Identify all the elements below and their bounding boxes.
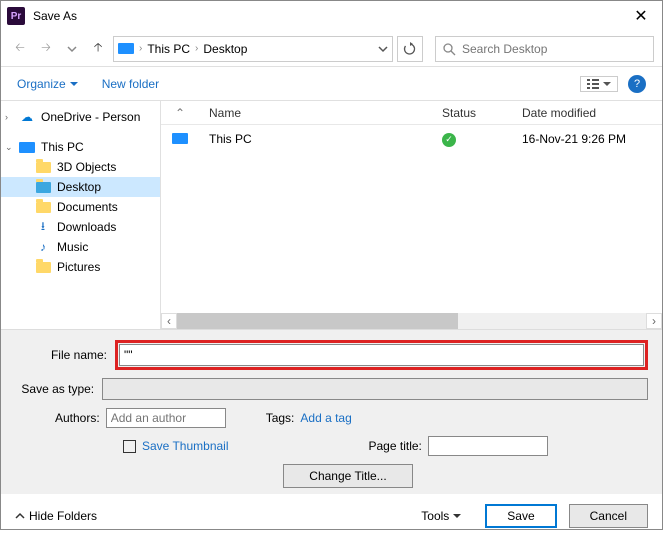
nav-bar: 🡠 🡢 🡡 › This PC › Desktop bbox=[1, 31, 662, 67]
pc-icon bbox=[172, 133, 188, 144]
refresh-button[interactable] bbox=[397, 36, 423, 62]
list-item[interactable]: This PC ✓ 16-Nov-21 9:26 PM bbox=[161, 125, 662, 153]
pc-icon bbox=[19, 142, 35, 153]
chevron-right-icon[interactable]: › bbox=[192, 43, 201, 54]
view-options[interactable] bbox=[580, 76, 618, 92]
authors-label: Authors: bbox=[55, 411, 100, 425]
horizontal-scrollbar[interactable]: ‹ › bbox=[161, 313, 662, 329]
breadcrumb-desktop[interactable]: Desktop bbox=[203, 42, 247, 56]
address-bar[interactable]: › This PC › Desktop bbox=[113, 36, 393, 62]
scroll-thumb[interactable] bbox=[177, 313, 458, 329]
tree-thispc[interactable]: ⌄This PC bbox=[1, 137, 160, 157]
window-title: Save As bbox=[33, 9, 626, 23]
sort-indicator[interactable]: ⌃ bbox=[161, 106, 199, 120]
music-icon: ♪ bbox=[35, 240, 51, 254]
folder-icon bbox=[36, 162, 51, 173]
hide-folders-button[interactable]: Hide Folders bbox=[15, 509, 97, 523]
chevron-right-icon[interactable]: › bbox=[136, 43, 145, 54]
footer: Hide Folders Tools Save Cancel bbox=[1, 494, 662, 538]
filename-label: File name: bbox=[15, 348, 115, 362]
tree-music[interactable]: ♪Music bbox=[1, 237, 160, 257]
app-icon: Pr bbox=[7, 7, 25, 25]
address-dropdown[interactable] bbox=[378, 44, 388, 54]
folder-icon bbox=[36, 262, 51, 273]
tools-menu[interactable]: Tools bbox=[421, 509, 461, 523]
tree-onedrive[interactable]: ›☁OneDrive - Person bbox=[1, 107, 160, 127]
search-icon bbox=[442, 42, 456, 56]
file-list: ⌃ Name Status Date modified This PC ✓ 16… bbox=[161, 101, 662, 329]
cancel-button[interactable]: Cancel bbox=[569, 504, 648, 528]
new-folder-button[interactable]: New folder bbox=[102, 77, 159, 91]
save-thumbnail-checkbox[interactable] bbox=[123, 440, 136, 453]
title-bar: Pr Save As ✕ bbox=[1, 1, 662, 31]
scroll-left[interactable]: ‹ bbox=[161, 313, 177, 329]
tree-desktop[interactable]: Desktop bbox=[1, 177, 160, 197]
pc-icon bbox=[118, 43, 134, 54]
filename-input[interactable] bbox=[119, 344, 644, 366]
breadcrumb-thispc[interactable]: This PC bbox=[147, 42, 190, 56]
command-bar: Organize New folder ? bbox=[1, 67, 662, 101]
back-button[interactable]: 🡠 bbox=[9, 38, 31, 60]
close-button[interactable]: ✕ bbox=[626, 6, 656, 26]
download-icon: ⭳ bbox=[35, 220, 51, 234]
savetype-select[interactable] bbox=[102, 378, 648, 400]
help-button[interactable]: ? bbox=[628, 75, 646, 93]
item-date: 16-Nov-21 9:26 PM bbox=[512, 132, 662, 146]
forward-button[interactable]: 🡢 bbox=[35, 38, 57, 60]
col-status[interactable]: Status bbox=[432, 106, 512, 120]
item-name: This PC bbox=[199, 132, 432, 146]
tags-label: Tags: bbox=[266, 411, 295, 425]
search-box[interactable] bbox=[435, 36, 654, 62]
search-input[interactable] bbox=[462, 42, 647, 56]
organize-menu[interactable]: Organize bbox=[17, 77, 78, 91]
tree-downloads[interactable]: ⭳Downloads bbox=[1, 217, 160, 237]
tree-documents[interactable]: Documents bbox=[1, 197, 160, 217]
cloud-icon: ☁ bbox=[19, 110, 35, 124]
status-ok-icon: ✓ bbox=[442, 133, 456, 147]
tree-pictures[interactable]: Pictures bbox=[1, 257, 160, 277]
folder-icon bbox=[36, 202, 51, 213]
nav-tree[interactable]: ›☁OneDrive - Person ⌄This PC 3D Objects … bbox=[1, 101, 161, 329]
details-pane: File name: Save as type: Authors: Tags: … bbox=[1, 329, 662, 494]
recent-dropdown[interactable] bbox=[61, 38, 83, 60]
pagetitle-input[interactable] bbox=[428, 436, 548, 456]
savetype-label: Save as type: bbox=[15, 382, 102, 396]
save-thumbnail-label[interactable]: Save Thumbnail bbox=[142, 439, 229, 453]
column-headers: ⌃ Name Status Date modified bbox=[161, 101, 662, 125]
up-button[interactable]: 🡡 bbox=[87, 38, 109, 60]
add-tag-link[interactable]: Add a tag bbox=[300, 411, 351, 425]
folder-icon bbox=[36, 182, 51, 193]
tree-3d-objects[interactable]: 3D Objects bbox=[1, 157, 160, 177]
scroll-right[interactable]: › bbox=[646, 313, 662, 329]
change-title-button[interactable]: Change Title... bbox=[283, 464, 413, 488]
pagetitle-label: Page title: bbox=[369, 439, 422, 453]
save-button[interactable]: Save bbox=[485, 504, 556, 528]
authors-input[interactable] bbox=[106, 408, 226, 428]
col-date[interactable]: Date modified bbox=[512, 106, 662, 120]
col-name[interactable]: Name bbox=[199, 106, 432, 120]
